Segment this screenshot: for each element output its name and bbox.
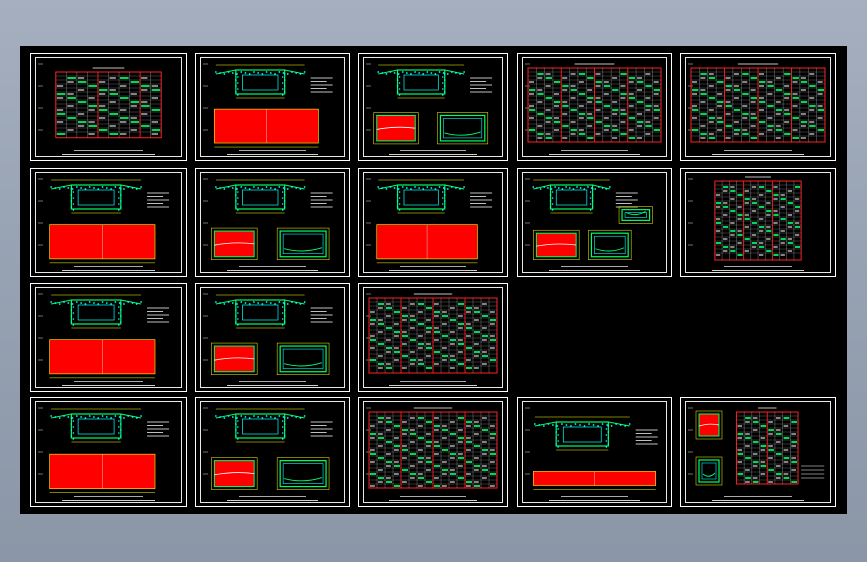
quantity-table <box>368 407 498 489</box>
detail-box <box>276 227 330 260</box>
sheet-graphics <box>688 176 802 261</box>
sheet-graphics <box>203 293 333 375</box>
sheet-graphics <box>203 407 333 490</box>
box-girder-section <box>532 179 638 214</box>
drawing-sheet-s4[interactable] <box>517 53 672 161</box>
drawing-sheet-s18[interactable] <box>680 397 836 507</box>
detail-box <box>276 342 330 375</box>
quantity-table <box>55 67 162 139</box>
box-girder-section <box>377 179 493 214</box>
detail-box <box>276 457 330 490</box>
drawing-sheet-s8[interactable] <box>358 168 508 277</box>
detail-box <box>373 112 419 145</box>
box-girder-section <box>533 416 658 451</box>
sheet-graphics <box>525 178 653 260</box>
detail-box <box>211 227 258 260</box>
drawing-sheet-s6[interactable] <box>30 168 187 277</box>
drawing-sheet-s9[interactable] <box>517 168 672 277</box>
drawing-sheet-s10[interactable] <box>680 168 836 277</box>
sheet-graphics <box>366 407 498 489</box>
sheet-graphics <box>366 178 493 264</box>
detail-box <box>588 229 632 260</box>
detail-box <box>695 410 723 440</box>
cad-drawing-canvas[interactable] <box>20 46 847 514</box>
drawing-sheet-s3[interactable] <box>358 53 508 161</box>
box-girder-section <box>377 64 493 99</box>
sheet-graphics <box>203 63 333 148</box>
drawing-sheet-s14[interactable] <box>30 397 187 507</box>
sheet-graphics <box>525 407 658 490</box>
sheet-graphics <box>38 407 170 493</box>
drawing-sheet-s15[interactable] <box>195 397 350 507</box>
quantity-table <box>690 63 826 143</box>
drawing-sheet-s11[interactable] <box>30 283 187 392</box>
sheet-graphics <box>366 293 498 374</box>
detail-box <box>437 112 489 145</box>
quantity-table <box>527 63 662 143</box>
drawing-sheet-s13[interactable] <box>358 283 508 392</box>
drawing-sheet-s2[interactable] <box>195 53 350 161</box>
box-girder-section <box>214 64 333 99</box>
sheet-graphics <box>38 178 170 264</box>
sheet-graphics <box>38 293 170 379</box>
detail-box <box>533 229 580 260</box>
box-girder-section <box>50 294 170 329</box>
sheet-graphics <box>366 63 493 145</box>
detail-box <box>211 342 258 375</box>
quantity-table <box>735 407 799 485</box>
drawing-sheet-s17[interactable] <box>517 397 672 507</box>
drawing-sheet-s7[interactable] <box>195 168 350 277</box>
box-girder-section <box>214 179 333 214</box>
box-girder-section <box>50 408 170 443</box>
detail-box <box>211 457 258 490</box>
quantity-table <box>368 293 498 374</box>
sheet-graphics <box>688 63 826 143</box>
detail-box <box>618 206 653 224</box>
sheet-graphics <box>203 178 333 260</box>
drawing-sheet-s16[interactable] <box>358 397 508 507</box>
sheet-graphics <box>38 63 162 139</box>
drawing-sheet-s5[interactable] <box>680 53 836 161</box>
box-girder-section <box>214 294 333 329</box>
quantity-table <box>714 176 802 261</box>
sheet-graphics <box>688 407 825 486</box>
drawing-sheet-s1[interactable] <box>30 53 187 161</box>
box-girder-section <box>50 179 170 214</box>
sheet-graphics <box>525 63 662 143</box>
detail-box <box>695 456 723 486</box>
drawing-sheet-s12[interactable] <box>195 283 350 392</box>
box-girder-section <box>214 408 333 443</box>
